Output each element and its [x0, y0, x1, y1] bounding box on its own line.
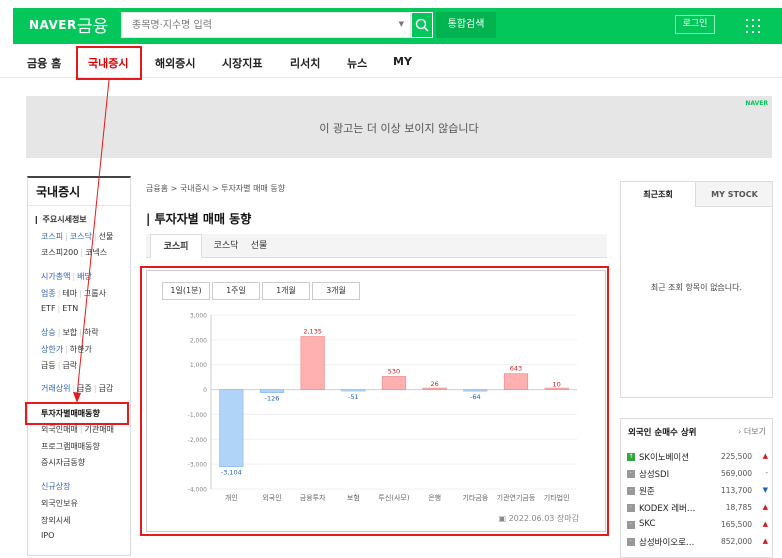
tab-recent[interactable]: 최근조회: [621, 182, 696, 207]
foreign-top-row[interactable]: · 삼성SDI 569,000 -: [627, 467, 772, 482]
foreign-top-title: 외국인 순매수 상위: [628, 428, 697, 438]
foreign-top-row[interactable]: · 원준 113,700 ▼: [627, 484, 772, 499]
stock-price: 852,000: [720, 537, 752, 546]
highlight-box-chart: [140, 266, 609, 536]
stock-price: 113,700: [720, 486, 752, 495]
recent-empty-message: 최근 조회 항목이 없습니다.: [650, 283, 743, 292]
stock-price: 569,000: [720, 469, 752, 478]
recent-view-panel: 최근조회 MY STOCK 최근 조회 항목이 없습니다.: [620, 181, 773, 398]
stock-name[interactable]: SK이노베이션: [639, 451, 689, 463]
stock-badge-icon: ·: [627, 521, 635, 529]
tab-mystock[interactable]: MY STOCK: [697, 182, 772, 207]
foreign-top-buys-panel: 외국인 순매수 상위 › 더보기 ↑ SK이노베이션 225,500 ▲ · 삼성SDI 5…: [620, 418, 773, 558]
change-direction-icon: ▲: [762, 537, 768, 545]
change-direction-icon: -: [765, 469, 768, 477]
foreign-top-row[interactable]: · 삼성바이오로… 852,000 ▲: [627, 535, 772, 550]
breadcrumb: 금융홈 > 국내증시 > 투자자별 매매 동향: [146, 184, 286, 193]
change-direction-icon: ▲: [762, 503, 768, 511]
stock-badge-icon: ·: [627, 470, 635, 478]
stock-name[interactable]: KODEX 레버…: [639, 502, 695, 514]
tab-kosdaq[interactable]: 코스닥: [206, 234, 246, 258]
stock-name[interactable]: 삼성바이오로…: [639, 536, 694, 548]
stock-badge-icon: ↑: [627, 453, 635, 461]
foreign-top-row[interactable]: ↑ SK이노베이션 225,500 ▲: [627, 450, 772, 465]
recent-tabs: 최근조회 MY STOCK: [621, 182, 772, 207]
stock-name[interactable]: 삼성SDI: [639, 468, 669, 480]
tab-futures[interactable]: 선물: [246, 234, 272, 258]
foreign-top-row[interactable]: · KODEX 레버… 18,785 ▲: [627, 501, 772, 516]
change-direction-icon: ▼: [762, 486, 768, 494]
foreign-top-row[interactable]: · SKC 165,500 ▲: [627, 518, 772, 533]
stock-badge-icon: ·: [627, 538, 635, 546]
stock-badge-icon: ·: [627, 504, 635, 512]
foreign-more-link[interactable]: › 더보기: [738, 426, 766, 437]
change-direction-icon: ▲: [762, 520, 768, 528]
page-title: | 투자자별 매매 동향: [146, 212, 252, 226]
stock-price: 18,785: [725, 503, 752, 512]
stock-name[interactable]: 원준: [639, 485, 655, 497]
market-tabs: 코스피 코스닥 선물: [146, 234, 607, 258]
tab-kospi[interactable]: 코스피: [150, 234, 202, 258]
stock-name[interactable]: SKC: [639, 519, 655, 529]
stock-price: 225,500: [720, 452, 752, 461]
stock-badge-icon: ·: [627, 487, 635, 495]
change-direction-icon: ▲: [762, 452, 768, 460]
page-title-text: 투자자별 매매 동향: [154, 212, 252, 226]
stock-price: 165,500: [720, 520, 752, 529]
